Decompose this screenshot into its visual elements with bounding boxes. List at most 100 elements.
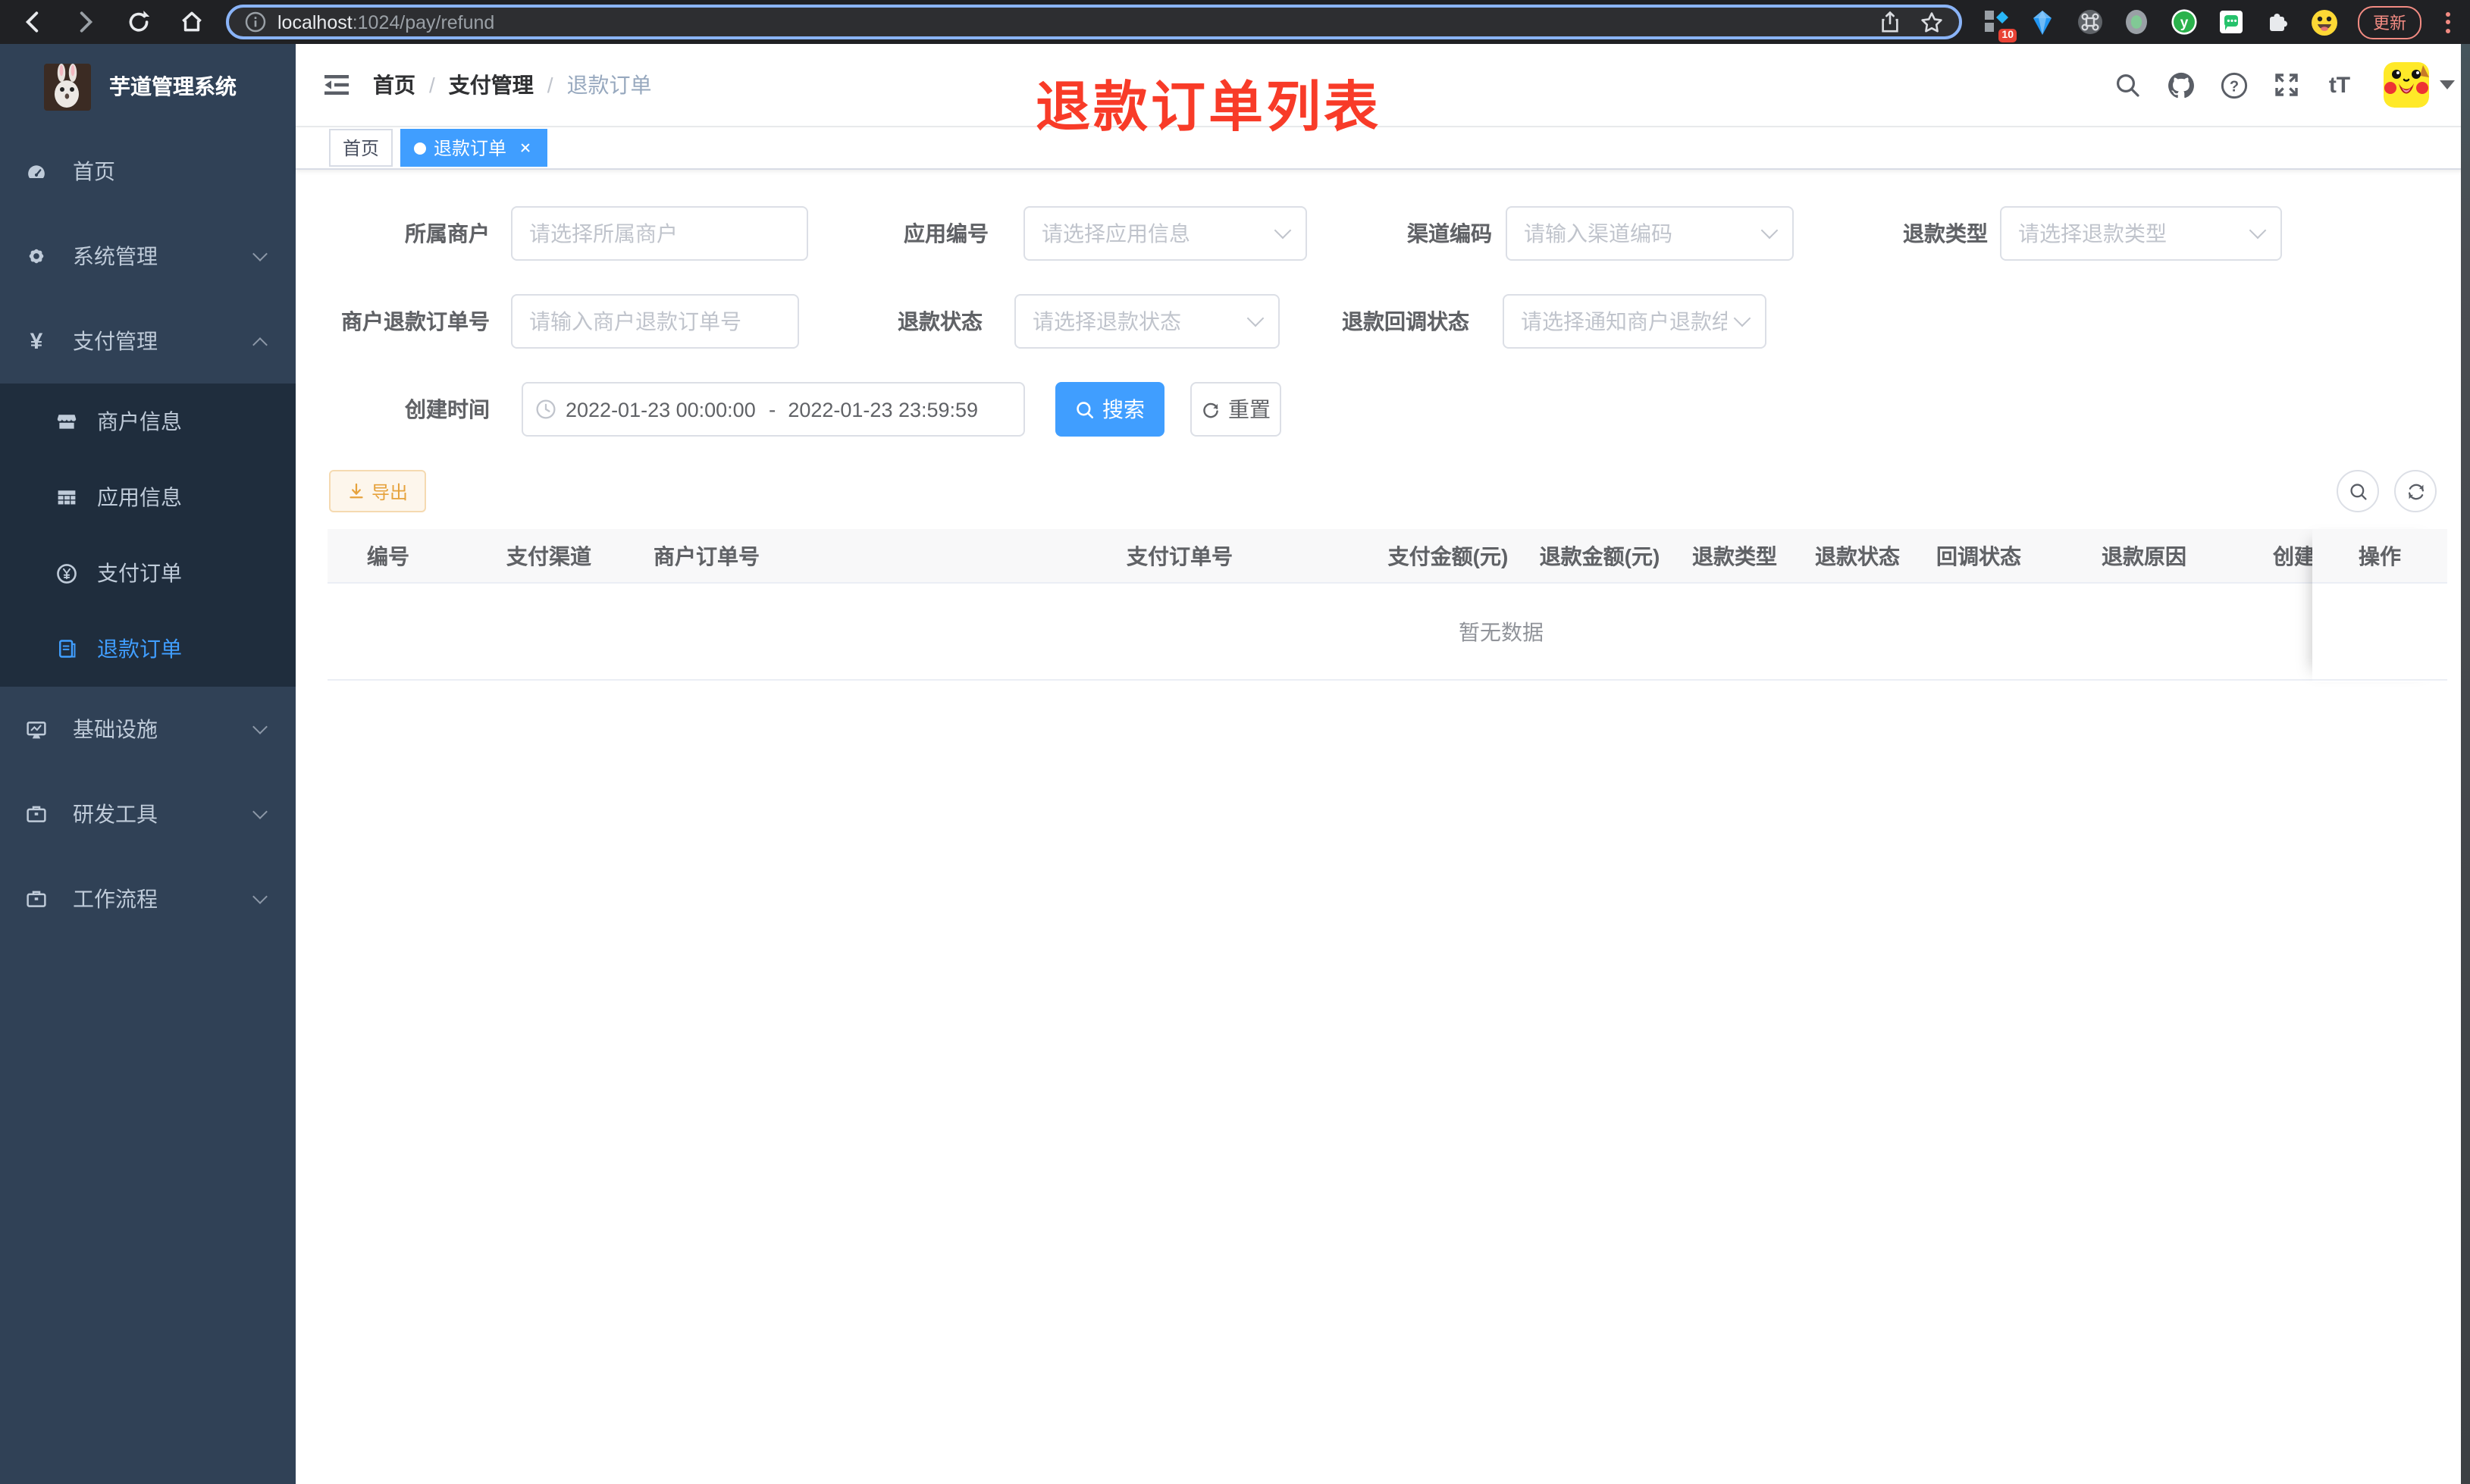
address-bar[interactable]: localhost:1024/pay/refund xyxy=(226,5,1962,39)
fullscreen-icon[interactable] xyxy=(2271,70,2302,100)
breadcrumb-separator: / xyxy=(429,73,435,97)
th-refund-reason: 退款原因 xyxy=(2102,544,2186,568)
sidebar-item-refund-order[interactable]: 退款订单 xyxy=(0,611,296,687)
th-pay-amount: 支付金额(元) xyxy=(1387,544,1509,568)
extension-command-icon[interactable] xyxy=(2076,8,2103,36)
profile-emoji-icon[interactable] xyxy=(2311,8,2338,36)
app-logo xyxy=(44,63,91,110)
url-text[interactable]: localhost:1024/pay/refund xyxy=(277,11,1879,33)
th-refund-status: 退款状态 xyxy=(1815,544,1900,568)
extension-badge: 10 xyxy=(1998,28,2017,42)
page-content: 所属商户 应用编号 请选择应用信息 渠道编码 请输入渠道编码 退款类型 请选择退… xyxy=(296,170,2470,1484)
browser-forward-icon[interactable] xyxy=(65,2,105,42)
refund-status-label: 退款状态 xyxy=(898,309,983,333)
site-info-icon[interactable] xyxy=(244,11,267,33)
browser-back-icon[interactable] xyxy=(12,2,52,42)
chevron-down-icon xyxy=(252,719,268,734)
sidebar-fold-icon[interactable] xyxy=(296,44,373,126)
bookmark-star-icon[interactable] xyxy=(1920,10,1944,34)
breadcrumb: 首页 / 支付管理 / 退款订单 xyxy=(373,70,652,100)
extensions-puzzle-icon[interactable] xyxy=(2264,8,2291,36)
grid-table-icon xyxy=(56,487,77,508)
font-size-icon[interactable]: tT xyxy=(2324,70,2355,100)
start-date-value[interactable]: 2022-01-23 00:00:00 xyxy=(566,398,757,421)
sidebar-item-devtools[interactable]: 研发工具 xyxy=(0,772,296,856)
th-id: 编号 xyxy=(367,544,409,568)
sidebar-item-infra[interactable]: 基础设施 xyxy=(0,687,296,772)
sidebar-item-label: 退款订单 xyxy=(97,637,182,661)
browser-update-button[interactable]: 更新 xyxy=(2358,5,2421,39)
toggle-search-circle-button[interactable] xyxy=(2337,470,2379,512)
table-empty-row: 暂无数据 xyxy=(328,584,2447,681)
help-icon[interactable]: ? xyxy=(2218,70,2249,100)
page-annotation-title: 退款订单列表 xyxy=(1036,76,1382,138)
browser-reload-icon[interactable] xyxy=(118,2,158,42)
th-create-time-clipped: 创建时间 xyxy=(2273,544,2312,568)
reset-button[interactable]: 重置 xyxy=(1190,382,1281,437)
notify-status-placeholder: 请选择通知商户退款结果的 xyxy=(1521,309,1727,333)
refund-type-label: 退款类型 xyxy=(1903,221,1988,246)
gear-icon xyxy=(26,246,47,267)
tag-home[interactable]: 首页 xyxy=(329,129,393,167)
merchant-refund-no-label: 商户退款订单号 xyxy=(341,309,490,333)
extension-yuque-icon[interactable]: y xyxy=(2170,8,2197,36)
header-search-icon[interactable] xyxy=(2112,70,2142,100)
clock-icon xyxy=(535,399,556,420)
briefcase-icon xyxy=(26,803,47,825)
th-callback-status: 回调状态 xyxy=(1936,544,2021,568)
yen-circle-icon xyxy=(56,562,77,584)
breadcrumb-current: 退款订单 xyxy=(566,73,652,97)
app-logo-row[interactable]: 芋道管理系统 xyxy=(0,44,296,129)
browser-menu-icon[interactable] xyxy=(2441,11,2455,33)
sidebar-item-label: 商户信息 xyxy=(97,409,182,434)
refund-status-placeholder: 请选择退款状态 xyxy=(1033,309,1181,333)
sidebar-item-workflow[interactable]: 工作流程 xyxy=(0,856,296,941)
sidebar-item-pay-order[interactable]: 支付订单 xyxy=(0,535,296,611)
window-edge-scrollbar[interactable] xyxy=(2461,44,2470,1484)
extension-tabs-icon[interactable]: 10 xyxy=(1982,8,2017,42)
tag-label: 退款订单 xyxy=(434,138,507,159)
sidebar-item-label: 研发工具 xyxy=(73,802,158,826)
sidebar-item-label: 基础设施 xyxy=(73,717,158,741)
create-time-label: 创建时间 xyxy=(405,397,490,421)
sidebar-item-app-info[interactable]: 应用信息 xyxy=(0,459,296,535)
th-refund-amount: 退款金额(元) xyxy=(1539,544,1660,568)
extension-ring-icon[interactable] xyxy=(2123,8,2150,36)
avatar xyxy=(2384,62,2429,108)
sidebar-item-label: 工作流程 xyxy=(73,887,158,911)
end-date-value[interactable]: 2022-01-23 23:59:59 xyxy=(788,398,979,421)
breadcrumb-pay[interactable]: 支付管理 xyxy=(449,70,534,100)
extension-chat-icon[interactable] xyxy=(2217,8,2244,36)
th-merchant-order-no: 商户订单号 xyxy=(654,544,760,568)
search-button-label: 搜索 xyxy=(1102,397,1145,421)
export-button[interactable]: 导出 xyxy=(329,470,427,512)
refund-table: 编号 支付渠道 商户订单号 支付订单号 支付金额(元) 退款金额(元) 退款类型… xyxy=(328,529,2447,681)
table-header-row: 编号 支付渠道 商户订单号 支付订单号 支付金额(元) 退款金额(元) 退款类型… xyxy=(328,529,2447,584)
tag-close-icon[interactable] xyxy=(516,139,534,157)
sidebar-item-label: 系统管理 xyxy=(73,244,158,268)
sidebar-item-home[interactable]: 首页 xyxy=(0,129,296,214)
sidebar-item-label: 应用信息 xyxy=(97,485,182,509)
notify-status-select[interactable]: 请选择通知商户退款结果的 xyxy=(1503,294,1766,349)
sidebar-item-label: 支付订单 xyxy=(97,561,182,585)
tag-label: 首页 xyxy=(343,138,380,159)
breadcrumb-home[interactable]: 首页 xyxy=(373,70,415,100)
notify-status-label: 退款回调状态 xyxy=(1342,309,1469,333)
extension-gem-icon[interactable] xyxy=(2029,8,2056,36)
chevron-down-icon xyxy=(1733,309,1751,327)
search-button[interactable]: 搜索 xyxy=(1055,382,1164,437)
github-icon[interactable] xyxy=(2165,70,2196,100)
date-range-separator: - xyxy=(769,397,776,421)
th-refund-type: 退款类型 xyxy=(1692,544,1777,568)
tag-refund-order[interactable]: 退款订单 xyxy=(400,129,548,167)
svg-text:?: ? xyxy=(2229,77,2238,94)
refresh-circle-button[interactable] xyxy=(2394,470,2437,512)
navbar: 首页 / 支付管理 / 退款订单 ? tT xyxy=(296,44,2470,127)
create-time-range-picker[interactable]: 2022-01-23 00:00:00 - 2022-01-23 23:59:5… xyxy=(522,382,1025,437)
share-icon[interactable] xyxy=(1879,11,1901,33)
user-menu[interactable] xyxy=(2384,62,2455,108)
caret-down-icon xyxy=(2440,80,2455,89)
browser-home-icon[interactable] xyxy=(171,2,211,42)
refund-type-select[interactable]: 请选择退款类型 xyxy=(2000,206,2282,261)
browser-toolbar: localhost:1024/pay/refund 10 y 更新 xyxy=(0,0,2470,44)
